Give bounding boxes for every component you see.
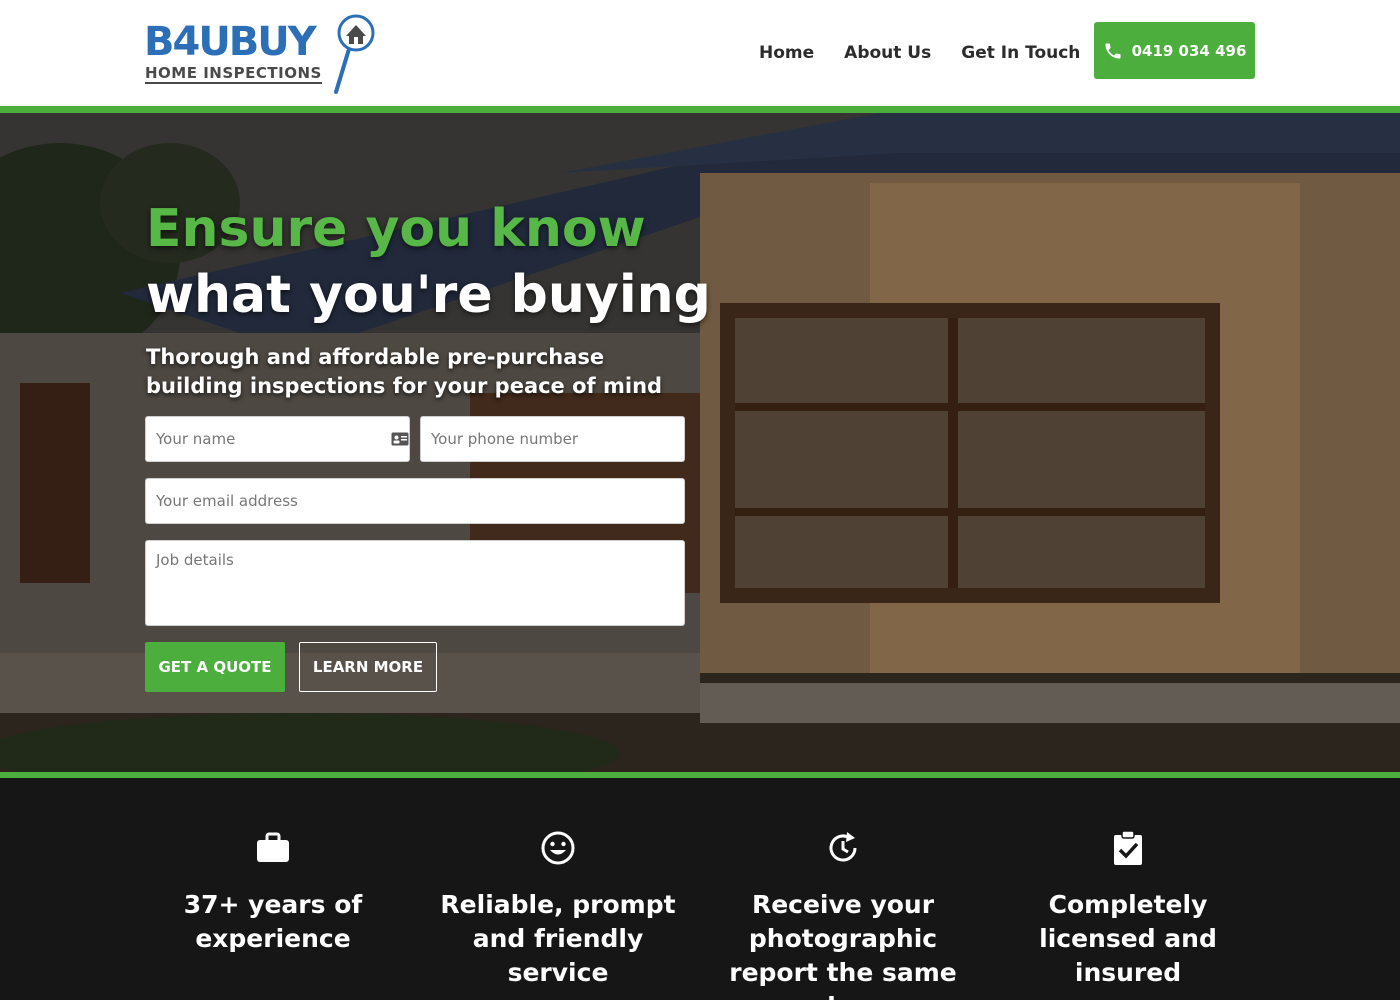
smiley-icon: [541, 831, 575, 865]
email-input[interactable]: [145, 478, 685, 524]
nav-about-us[interactable]: About Us: [844, 41, 931, 65]
logo-subtitle: HOME INSPECTIONS: [145, 64, 322, 84]
learn-more-button[interactable]: LEARN MORE: [299, 642, 437, 692]
nav-get-in-touch[interactable]: Get In Touch: [961, 41, 1080, 65]
logo[interactable]: B4UBUY HOME INSPECTIONS: [144, 12, 375, 96]
briefcase-icon: [257, 832, 289, 862]
phone-input[interactable]: [420, 416, 685, 462]
main-nav: Home About Us Get In Touch: [759, 41, 1110, 65]
header-accent-bar: [0, 106, 1400, 113]
hero-title: Ensure you know what you're buying: [146, 196, 711, 328]
feature-text: 37+ years of experience: [183, 890, 363, 953]
hero-subtitle: Thorough and affordable pre-purchase bui…: [146, 345, 663, 398]
name-input[interactable]: [145, 416, 410, 462]
site-header: B4UBUY HOME INSPECTIONS Home About Us Ge…: [0, 0, 1400, 106]
logo-wordmark: B4UBUY: [144, 19, 317, 65]
hero-title-line2: what you're buying: [146, 265, 711, 325]
feature-text: Completely licensed and insured: [1039, 890, 1217, 987]
contact-card-icon: [391, 432, 409, 446]
clipboard-check-icon: [1114, 830, 1142, 865]
magnifier-house-icon: [334, 14, 375, 94]
get-a-quote-button[interactable]: GET A QUOTE: [145, 642, 285, 692]
feature-text: Reliable, prompt and friendly service: [440, 890, 676, 987]
features-section: 37+ years of experience Reliable, prompt…: [0, 778, 1400, 1000]
phone-number: 0419 034 496: [1131, 41, 1247, 60]
feature-text: Receive your photographic report the sam…: [729, 890, 957, 1000]
job-details-textarea[interactable]: [145, 540, 685, 626]
nav-home[interactable]: Home: [759, 41, 814, 65]
phone-icon: [1105, 43, 1121, 58]
hero-title-line1: Ensure you know: [146, 199, 646, 259]
phone-button[interactable]: 0419 034 496: [1094, 22, 1255, 79]
clock-refresh-icon: [829, 832, 857, 862]
